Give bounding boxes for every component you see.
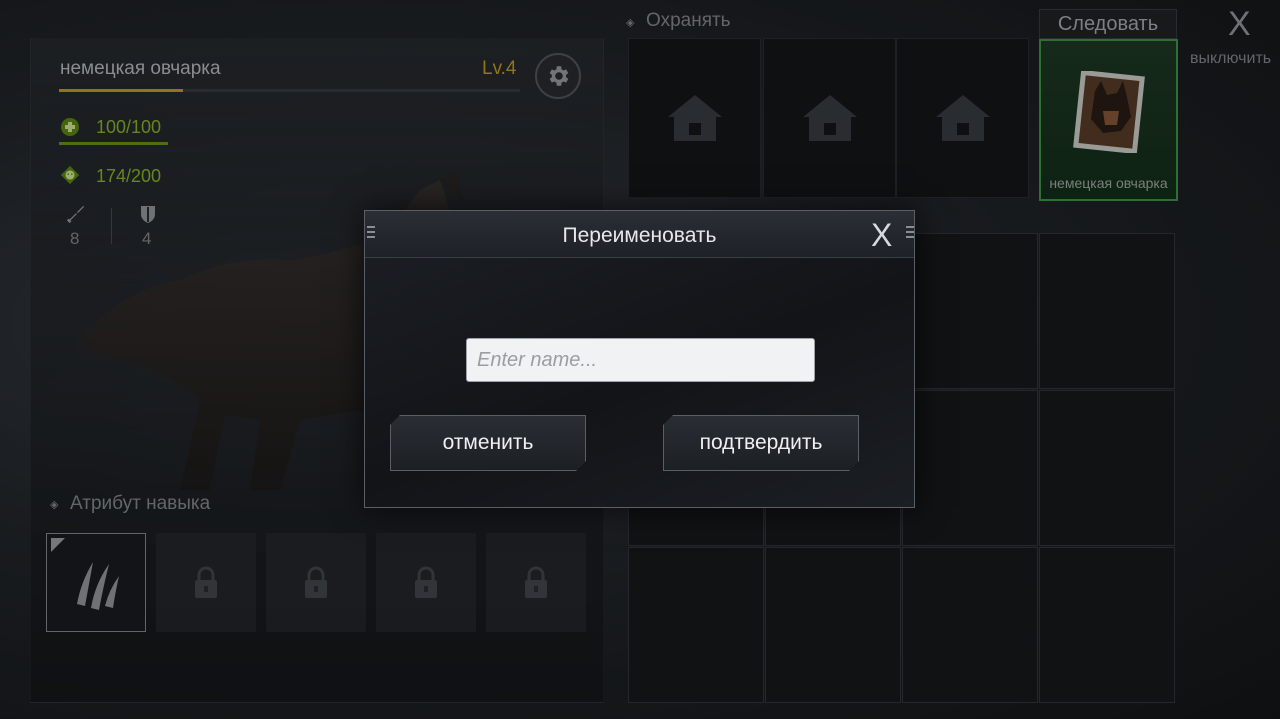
dialog-title: Переименовать	[562, 224, 717, 247]
cancel-button[interactable]: отменить	[390, 415, 586, 471]
dialog-header: Переименовать X	[365, 211, 914, 258]
name-input[interactable]	[466, 338, 815, 382]
close-icon[interactable]: X	[871, 217, 892, 254]
grip-icon	[906, 226, 914, 240]
rename-dialog: Переименовать X отменить подтвердить	[364, 210, 915, 508]
confirm-button[interactable]: подтвердить	[663, 415, 859, 471]
